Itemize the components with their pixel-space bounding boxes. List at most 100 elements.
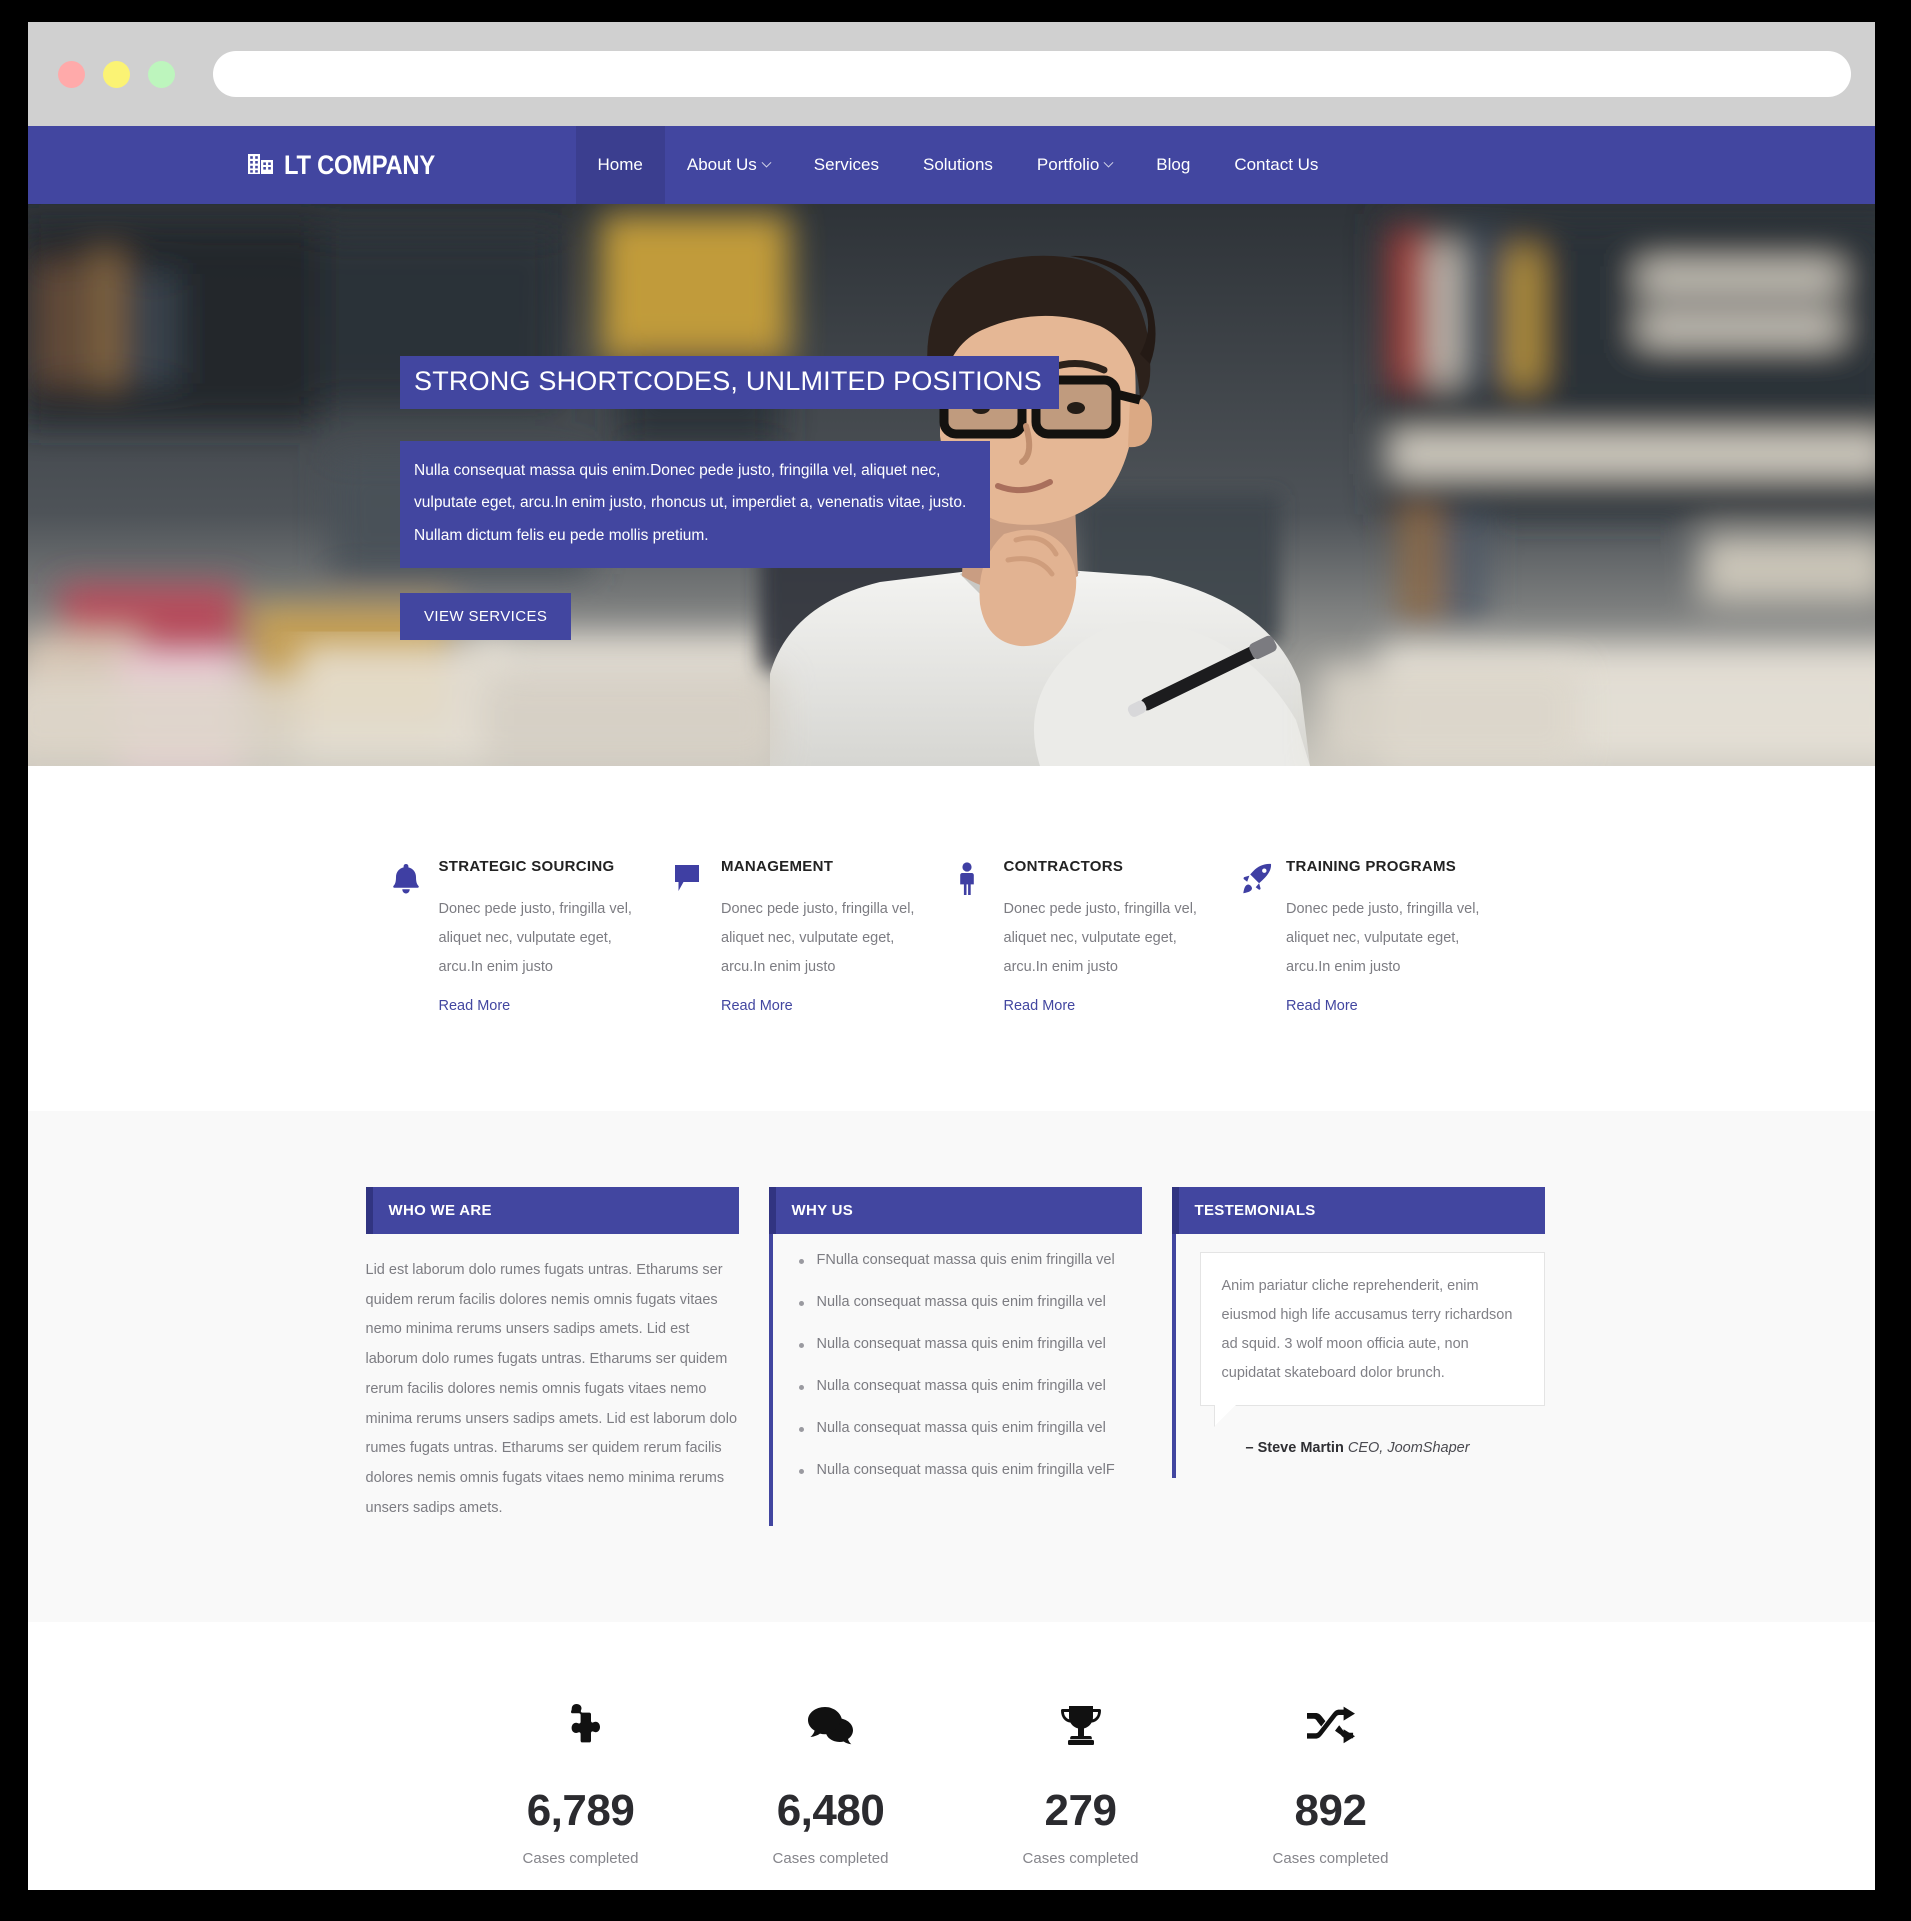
why-us-list-item: Nulla consequat massa quis enim fringill… xyxy=(797,1336,1142,1352)
puzzle-icon xyxy=(456,1696,706,1756)
chevron-down-icon xyxy=(1103,157,1114,168)
minimize-window-button[interactable] xyxy=(103,60,130,88)
read-more-link[interactable]: Read More xyxy=(721,998,793,1014)
panels-row: WHO WE ARE Lid est laborum dolo rumes fu… xyxy=(365,1187,1546,1526)
why-us-list-item: Nulla consequat massa quis enim fringill… xyxy=(797,1462,1142,1478)
nav-item-label: Portfolio xyxy=(1036,155,1100,174)
panel-title-why-us: WHY US xyxy=(768,1187,1142,1234)
comments-icon xyxy=(706,1696,956,1756)
read-more-link[interactable]: Read More xyxy=(439,998,511,1014)
panel-title-who-we-are: WHO WE ARE xyxy=(365,1187,739,1234)
nav-item-services[interactable]: Services xyxy=(792,126,901,204)
counter-item: 6,789 Cases completed xyxy=(456,1696,706,1867)
nav-item-label: Blog xyxy=(1156,155,1191,174)
nav-item-portfolio[interactable]: Portfolio xyxy=(1015,126,1134,204)
feature-card: STRATEGIC SOURCING Donec pede justo, frin… xyxy=(391,858,674,1015)
panel-body-who-we-are: Lid est laborum dolo rumes fugats untras… xyxy=(366,1234,739,1523)
browser-chrome xyxy=(28,22,1875,126)
feature-title: MANAGEMENT xyxy=(721,858,834,875)
panel-testimonials: TESTEMONIALS Anim pariatur cliche repreh… xyxy=(1171,1187,1545,1526)
nav-item-solutions[interactable]: Solutions xyxy=(901,126,1015,204)
chevron-down-icon xyxy=(761,157,772,168)
counters-row: 6,789 Cases completed 6,480 Cases completed… xyxy=(456,1696,1456,1867)
nav-item-label: Solutions xyxy=(922,155,993,174)
close-window-button[interactable] xyxy=(58,60,85,88)
counters-section: 6,789 Cases completed 6,480 Cases completed… xyxy=(28,1622,1875,1890)
counter-value: 6,480 xyxy=(776,1786,885,1835)
counter-item: 279 Cases completed xyxy=(956,1696,1206,1867)
hero-title: STRONG SHORTCODES, UNLMITED POSITIONS xyxy=(400,356,1059,409)
panel-who-we-are: WHO WE ARE Lid est laborum dolo rumes fu… xyxy=(365,1187,739,1526)
webpage-viewport: LT COMPANY Home About Us Services Solutions… xyxy=(28,126,1875,1890)
feature-text: Donec pede justo, fringilla vel, aliquet… xyxy=(721,901,915,975)
hero-banner: STRONG SHORTCODES, UNLMITED POSITIONS Nu… xyxy=(28,204,1875,766)
window-controls xyxy=(58,60,175,88)
feature-body: STRATEGIC SOURCING Donec pede justo, frin… xyxy=(439,858,650,1015)
nav-item-label: Services xyxy=(813,155,879,174)
bell-icon xyxy=(391,858,425,1015)
maximize-window-button[interactable] xyxy=(148,60,175,88)
nav-item-label: Contact Us xyxy=(1234,155,1319,174)
testimonial-author-name: – Steve Martin xyxy=(1245,1440,1344,1456)
testimonial-quote-box: Anim pariatur cliche reprehenderit, enim… xyxy=(1199,1252,1545,1426)
feature-title: CONTRACTORS xyxy=(1003,858,1124,875)
speech-bubble-icon xyxy=(673,858,707,1015)
hero-description: Nulla consequat massa quis enim.Donec pe… xyxy=(400,440,990,569)
site-logo[interactable]: LT COMPANY xyxy=(236,126,576,204)
why-us-list-item: Nulla consequat massa quis enim fringill… xyxy=(797,1294,1142,1310)
testimonial-author: – Steve Martin CEO, JoomShaper xyxy=(1200,1440,1545,1456)
read-more-link[interactable]: Read More xyxy=(1286,998,1358,1014)
person-icon xyxy=(956,858,990,1015)
feature-card: MANAGEMENT Donec pede justo, fringilla ve… xyxy=(673,858,956,1015)
feature-title: TRAINING PROGRAMS xyxy=(1286,858,1457,875)
why-us-list-item: Nulla consequat massa quis enim fringill… xyxy=(797,1420,1142,1436)
view-services-button[interactable]: VIEW SERVICES xyxy=(400,593,572,641)
nav-item-about-us[interactable]: About Us xyxy=(665,126,792,204)
nav-item-contact-us[interactable]: Contact Us xyxy=(1212,126,1340,204)
counter-label: Cases completed xyxy=(772,1850,889,1867)
panels-section: WHO WE ARE Lid est laborum dolo rumes fu… xyxy=(28,1111,1875,1622)
features-section: STRATEGIC SOURCING Donec pede justo, frin… xyxy=(28,766,1875,1111)
testimonial-quote-text: Anim pariatur cliche reprehenderit, enim… xyxy=(1221,1278,1513,1381)
rocket-icon xyxy=(1238,858,1272,1015)
site-navigation-bar: LT COMPANY Home About Us Services Solutions… xyxy=(28,126,1875,204)
feature-body: CONTRACTORS Donec pede justo, fringilla v… xyxy=(1004,858,1215,1015)
read-more-link[interactable]: Read More xyxy=(1004,998,1076,1014)
counter-value: 6,789 xyxy=(526,1786,635,1835)
feature-card: TRAINING PROGRAMS Donec pede justo, fring… xyxy=(1238,858,1521,1015)
shuffle-icon xyxy=(1206,1696,1456,1756)
why-us-list-item: Nulla consequat massa quis enim fringill… xyxy=(797,1378,1142,1394)
nav-item-blog[interactable]: Blog xyxy=(1134,126,1212,204)
building-icon xyxy=(246,148,276,183)
feature-body: MANAGEMENT Donec pede justo, fringilla ve… xyxy=(721,858,932,1015)
counter-label: Cases completed xyxy=(522,1850,639,1867)
trophy-icon xyxy=(956,1696,1206,1756)
counter-label: Cases completed xyxy=(1022,1850,1139,1867)
hero-content: STRONG SHORTCODES, UNLMITED POSITIONS Nu… xyxy=(400,356,1059,641)
feature-text: Donec pede justo, fringilla vel, aliquet… xyxy=(1286,901,1480,975)
counter-label: Cases completed xyxy=(1272,1850,1389,1867)
feature-text: Donec pede justo, fringilla vel, aliquet… xyxy=(438,901,632,975)
nav-item-home[interactable]: Home xyxy=(575,126,665,204)
panel-title-testimonials: TESTEMONIALS xyxy=(1171,1187,1545,1234)
why-us-list-item: FNulla consequat massa quis enim fringil… xyxy=(797,1252,1142,1268)
feature-body: TRAINING PROGRAMS Donec pede justo, fring… xyxy=(1286,858,1497,1015)
testimonial-author-role: CEO, JoomShaper xyxy=(1347,1440,1470,1456)
feature-text: Donec pede justo, fringilla vel, aliquet… xyxy=(1003,901,1197,975)
logo-text: LT COMPANY xyxy=(283,149,435,180)
nav-item-label: About Us xyxy=(686,155,757,174)
counter-value: 279 xyxy=(1044,1786,1117,1835)
feature-title: STRATEGIC SOURCING xyxy=(438,858,615,875)
nav-item-label: Home xyxy=(597,155,643,174)
panel-why-us: WHY US FNulla consequat massa quis enim … xyxy=(768,1187,1142,1526)
who-we-are-paragraph: Lid est laborum dolo rumes fugats untras… xyxy=(365,1262,738,1516)
browser-window: LT COMPANY Home About Us Services Solutions… xyxy=(28,22,1875,1890)
feature-card: CONTRACTORS Donec pede justo, fringilla v… xyxy=(956,858,1239,1015)
counter-item: 892 Cases completed xyxy=(1206,1696,1456,1867)
counter-value: 892 xyxy=(1294,1786,1367,1835)
features-list: STRATEGIC SOURCING Donec pede justo, frin… xyxy=(391,858,1521,1015)
quote-tail-shape xyxy=(1214,1404,1237,1426)
address-bar-input[interactable] xyxy=(213,51,1851,97)
nav-menu: Home About Us Services Solutions Portfolio Bl… xyxy=(575,126,1341,204)
panel-body-why-us: FNulla consequat massa quis enim fringil… xyxy=(768,1234,1142,1526)
